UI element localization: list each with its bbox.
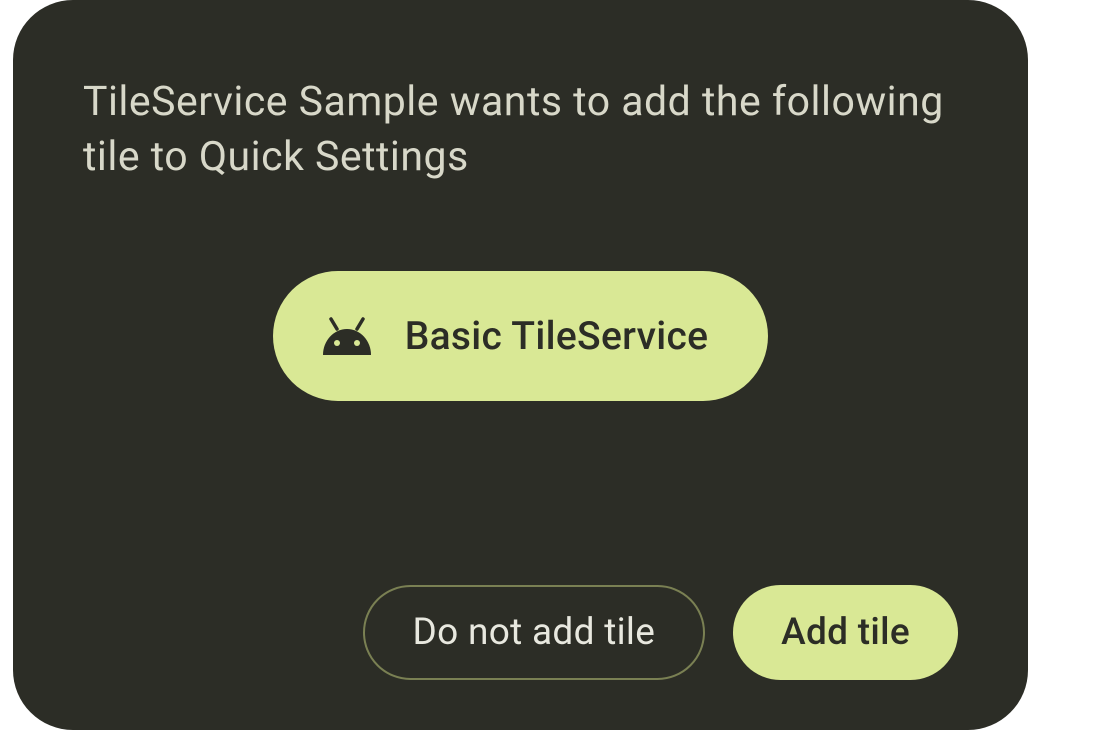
tile-preview-container: Basic TileService: [83, 271, 958, 401]
dialog-actions: Do not add tile Add tile: [363, 585, 958, 680]
accept-button[interactable]: Add tile: [733, 585, 958, 680]
android-icon: [321, 317, 373, 355]
dialog-message: TileService Sample wants to add the foll…: [83, 75, 958, 186]
decline-button[interactable]: Do not add tile: [363, 585, 706, 680]
tile-preview: Basic TileService: [273, 271, 769, 401]
tile-label: Basic TileService: [405, 313, 709, 359]
add-tile-dialog: TileService Sample wants to add the foll…: [13, 0, 1028, 730]
